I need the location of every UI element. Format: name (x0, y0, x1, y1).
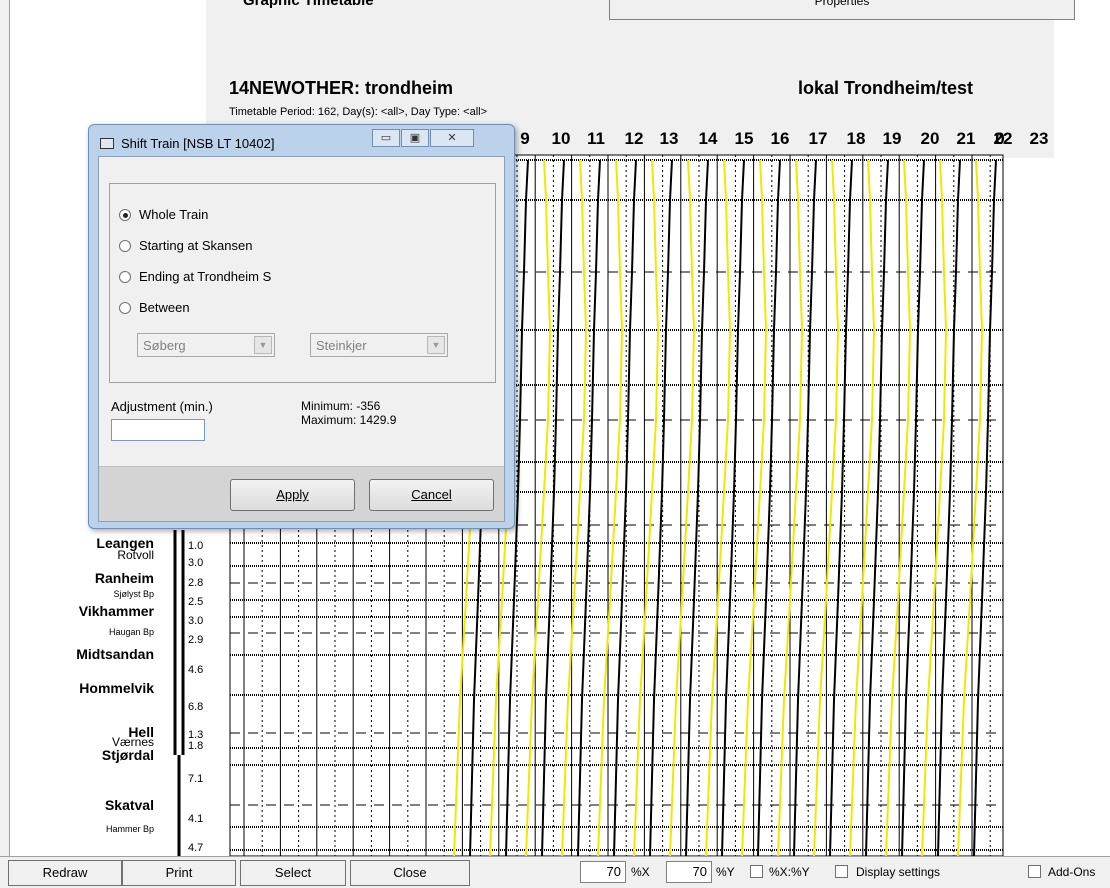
zoom-y-input[interactable]: 70 (666, 861, 712, 883)
distance-label: 3.0 (188, 557, 204, 569)
apply-label: Apply (276, 487, 309, 502)
distance-label: 1.8 (188, 740, 204, 752)
station-label: Rotvoll (117, 548, 154, 562)
close-button[interactable]: Close (350, 860, 470, 886)
radio-starting-at[interactable]: Starting at Skansen (119, 238, 252, 253)
radio-indicator (119, 270, 131, 283)
radio-indicator (119, 301, 131, 314)
distance-label: 3.0 (188, 615, 204, 627)
distance-label: 2.9 (188, 634, 204, 646)
dialog-title: Shift Train [NSB LT 10402] (121, 136, 275, 151)
minimum-label: Minimum: -356 (301, 399, 381, 413)
radio-indicator (119, 208, 131, 221)
distance-label: 4.6 (188, 664, 204, 676)
cancel-button[interactable]: Cancel (369, 479, 494, 511)
distance-label: 2.8 (188, 577, 204, 589)
station-label: Midtsandan (76, 646, 154, 662)
zoom-xy-label: %X:%Y (769, 865, 810, 879)
between-from-select[interactable]: Søberg ▼ (137, 333, 275, 357)
distance-label: 2.5 (188, 596, 204, 608)
station-label: Stjørdal (101, 747, 154, 763)
zoom-x-input[interactable]: 70 (580, 861, 626, 883)
select-value: Steinkjer (316, 338, 367, 353)
window-icon (100, 138, 114, 149)
distance-label: 4.1 (188, 813, 204, 825)
apply-button[interactable]: Apply (230, 479, 355, 511)
distance-label: 1.0 (188, 540, 204, 552)
dialog-body: Whole Train Starting at Skansen Ending a… (98, 156, 505, 522)
radio-between[interactable]: Between (119, 300, 190, 315)
select-value: Søberg (143, 338, 186, 353)
radio-label: Between (139, 300, 190, 315)
zoom-y-unit: %Y (716, 865, 735, 879)
close-window-button[interactable]: ✕ (430, 129, 474, 147)
zoom-x-unit: %X (631, 865, 650, 879)
chevron-down-icon: ▼ (427, 336, 445, 354)
shift-train-dialog: Shift Train [NSB LT 10402] ▭ ▣ ✕ Whole T… (88, 124, 515, 529)
station-label: Skatval (104, 797, 154, 813)
distance-label: 4.7 (188, 842, 204, 854)
distance-label: 6.8 (188, 701, 204, 713)
add-ons-checkbox[interactable] (1028, 865, 1041, 878)
dialog-footer: Apply Cancel (99, 466, 504, 521)
station-label: Sjølyst Bp (113, 589, 154, 599)
redraw-button[interactable]: Redraw (8, 860, 122, 886)
adjustment-label: Adjustment (min.) (111, 399, 213, 414)
print-button[interactable]: Print (122, 860, 236, 886)
minimize-button[interactable]: ▭ (372, 129, 400, 147)
add-ons-label: Add-Ons (1048, 865, 1096, 879)
radio-ending-at[interactable]: Ending at Trondheim S (119, 269, 271, 284)
radio-label: Starting at Skansen (139, 238, 253, 253)
display-settings-label: Display settings (856, 865, 941, 879)
station-label: Hammer Bp (105, 824, 154, 834)
display-settings-checkbox[interactable] (835, 865, 848, 878)
maximum-label: Maximum: 1429.9 (301, 413, 397, 427)
station-label: Vikhammer (78, 603, 154, 619)
station-label: Ranheim (94, 570, 154, 586)
station-label: Hommelvik (79, 680, 154, 696)
select-button[interactable]: Select (240, 860, 346, 886)
radio-label: Ending at Trondheim S (139, 269, 272, 284)
distance-label: 7.1 (188, 773, 204, 785)
adjustment-input[interactable] (111, 419, 205, 441)
between-to-select[interactable]: Steinkjer ▼ (310, 333, 448, 357)
zoom-xy-checkbox[interactable] (750, 865, 763, 878)
cancel-label: Cancel (411, 487, 452, 502)
radio-label: Whole Train (139, 207, 209, 222)
radio-whole-train[interactable]: Whole Train (119, 207, 208, 222)
station-label: Haugan Bp (108, 627, 154, 637)
bottom-toolbar: Redraw Print Select Close 70 %X 70 %Y %X… (0, 856, 1110, 888)
chevron-down-icon: ▼ (254, 336, 272, 354)
maximize-button[interactable]: ▣ (401, 129, 429, 147)
radio-indicator (119, 239, 131, 252)
